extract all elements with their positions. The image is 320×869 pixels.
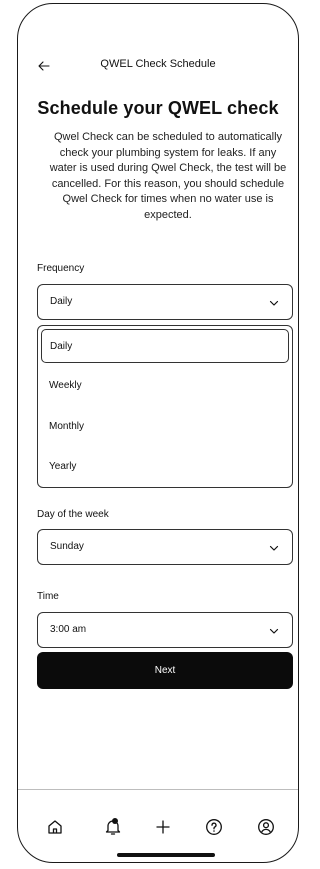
frequency-select[interactable]: Daily — [37, 284, 293, 320]
tab-profile[interactable] — [255, 816, 277, 838]
header-title: QWEL Check Schedule — [100, 58, 216, 70]
option-label: Daily — [50, 341, 73, 352]
home-icon — [48, 820, 62, 834]
tab-help[interactable] — [203, 816, 225, 838]
time-value: 3:00 am — [50, 624, 87, 635]
frequency-option-daily[interactable]: Daily — [41, 329, 289, 363]
help-circle-icon — [206, 819, 222, 835]
page-description: Qwel Check can be scheduled to automatic… — [49, 131, 287, 221]
chevron-down-icon — [269, 628, 279, 634]
frequency-option-monthly[interactable]: Monthly — [38, 410, 292, 444]
profile-icon — [258, 819, 274, 835]
option-label: Yearly — [49, 461, 77, 472]
tab-add[interactable] — [152, 816, 174, 838]
time-select[interactable]: 3:00 am — [37, 612, 293, 648]
plus-icon — [156, 820, 170, 834]
bell-notification-icon — [105, 818, 121, 835]
chevron-down-icon — [269, 300, 279, 306]
frequency-dropdown: Daily Weekly Monthly Yearly — [37, 325, 293, 488]
tab-bar-divider — [18, 789, 298, 790]
day-of-week-label: Day of the week — [37, 509, 109, 520]
page-title: Schedule your QWEL check — [37, 98, 279, 118]
time-label: Time — [37, 591, 59, 602]
home-indicator — [117, 853, 215, 857]
option-label: Monthly — [49, 421, 85, 432]
tab-home[interactable] — [44, 816, 66, 838]
next-button[interactable]: Next — [37, 652, 293, 689]
phone-frame: QWEL Check Schedule Schedule your QWEL c… — [17, 3, 299, 863]
header: QWEL Check Schedule — [18, 56, 298, 76]
day-of-week-select[interactable]: Sunday — [37, 529, 293, 565]
chevron-down-icon — [269, 545, 279, 551]
tab-notifications[interactable] — [102, 816, 124, 838]
option-label: Weekly — [49, 380, 82, 391]
frequency-label: Frequency — [37, 263, 85, 274]
frequency-option-weekly[interactable]: Weekly — [38, 369, 292, 403]
frequency-option-yearly[interactable]: Yearly — [38, 450, 292, 484]
day-of-week-value: Sunday — [50, 541, 84, 552]
frequency-value: Daily — [50, 296, 73, 307]
